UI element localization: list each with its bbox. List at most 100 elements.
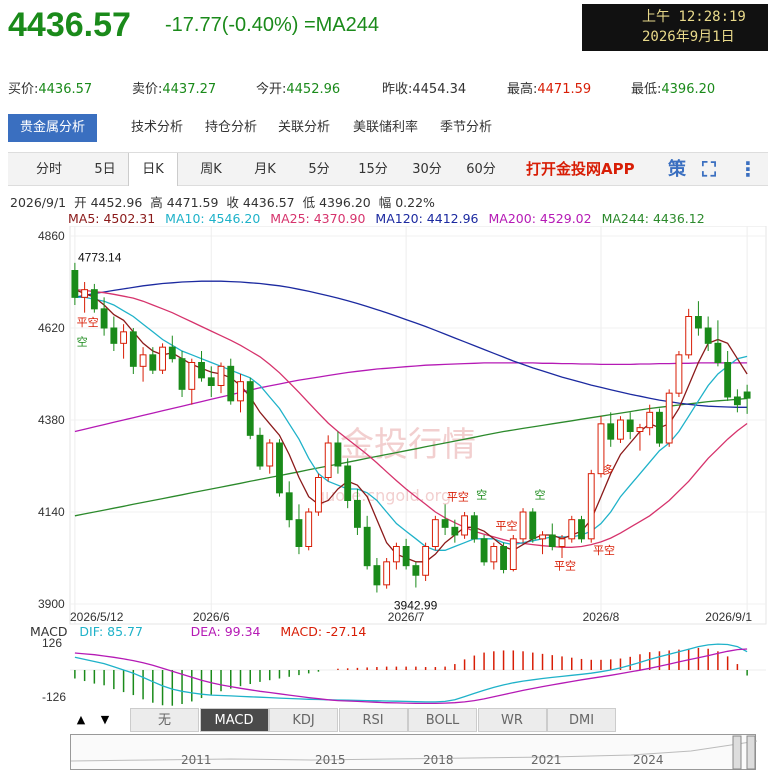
candle-body bbox=[402, 546, 410, 567]
period-tab[interactable]: 5日 bbox=[80, 153, 130, 186]
candle-body bbox=[607, 423, 615, 440]
navigator-year-label: 2015 bbox=[315, 753, 346, 767]
macd-legend: MACD DIF: 85.77 DEA: 99.34 MACD: -27.14 bbox=[30, 624, 366, 639]
candle-body bbox=[71, 270, 79, 298]
macd-dif-label: DIF: bbox=[79, 624, 104, 639]
y-tick-label: 3900 bbox=[38, 597, 65, 611]
candle-body bbox=[139, 354, 147, 367]
analysis-tab[interactable]: 技术分析 bbox=[131, 114, 183, 142]
candle-body bbox=[149, 354, 157, 371]
navigator-year-label: 2011 bbox=[181, 753, 212, 767]
period-tab[interactable]: 15分 bbox=[348, 153, 398, 186]
period-tab[interactable]: 60分 bbox=[456, 153, 506, 186]
navigator-year-label: 2024 bbox=[633, 753, 664, 767]
price-indicator: =MA244 bbox=[303, 14, 380, 36]
analysis-tab[interactable]: 持仓分析 bbox=[205, 114, 257, 142]
candle-body bbox=[383, 561, 391, 586]
indicator-tab[interactable]: KDJ bbox=[269, 708, 338, 732]
indicator-tab[interactable]: 无 bbox=[130, 708, 199, 732]
candle-body bbox=[266, 442, 274, 467]
candle-body bbox=[441, 519, 449, 528]
candle-body bbox=[285, 492, 293, 521]
fullscreen-icon[interactable]: ⛶ bbox=[702, 153, 716, 186]
period-tab[interactable]: 周K bbox=[186, 153, 236, 186]
ma120-line bbox=[74, 280, 748, 408]
ma-legend-item: MA10: 4546.20 bbox=[165, 211, 261, 226]
candle-body bbox=[587, 473, 595, 540]
macd-dea-label: DEA: bbox=[190, 624, 221, 639]
macd-hist-label: MACD: bbox=[280, 624, 323, 639]
candle-body bbox=[178, 358, 186, 390]
candle-body bbox=[100, 308, 108, 329]
signal-label: 平空 bbox=[496, 518, 518, 532]
candle-body bbox=[694, 316, 702, 329]
candle-body bbox=[227, 365, 235, 402]
candle-body bbox=[246, 381, 254, 436]
ohlc-high-label: 高 bbox=[150, 195, 163, 210]
ma-legend-item: MA200: 4529.02 bbox=[488, 211, 592, 226]
candle-body bbox=[431, 519, 439, 547]
candle-body bbox=[704, 327, 712, 344]
watermark: 金投行情 bbox=[340, 425, 476, 465]
more-icon[interactable]: ⋮ bbox=[738, 153, 758, 186]
candle-body bbox=[237, 381, 244, 402]
period-tab[interactable]: 月K bbox=[240, 153, 290, 186]
ohlc-readout: 2026/9/1 开 4452.96 高 4471.59 收 4436.57 低… bbox=[10, 192, 435, 211]
signal-label: 多 bbox=[603, 463, 614, 477]
scroll-down-icon[interactable]: ▼ bbox=[94, 708, 116, 732]
candle-body bbox=[324, 442, 332, 478]
candle-body bbox=[480, 538, 488, 563]
navigator-year-label: 2018 bbox=[423, 753, 454, 767]
analysis-tab[interactable]: 美联储利率 bbox=[353, 114, 418, 142]
candle-body bbox=[558, 538, 566, 548]
candle-body bbox=[685, 316, 693, 356]
ma-legend: MA5: 4502.31 MA10: 4546.20 MA25: 4370.90 MA… bbox=[68, 211, 715, 226]
candle-body bbox=[529, 511, 537, 540]
ohlc-close-label: 收 bbox=[226, 195, 239, 210]
analysis-tab[interactable]: 关联分析 bbox=[278, 114, 330, 142]
candle-body bbox=[363, 526, 371, 567]
macd-dea-line bbox=[74, 648, 748, 705]
period-tab[interactable]: 分时 bbox=[24, 153, 74, 186]
candle-body bbox=[733, 396, 741, 406]
ohlc-open: 4452.96 bbox=[90, 195, 143, 210]
period-tab[interactable]: 5分 bbox=[294, 153, 344, 186]
candle-body bbox=[617, 419, 624, 440]
quote-value: 4454.34 bbox=[412, 82, 467, 97]
indicator-tab[interactable]: WR bbox=[477, 708, 547, 732]
open-app-link[interactable]: 打开金投网APP bbox=[526, 153, 635, 186]
candle-body bbox=[129, 331, 137, 367]
candle-body bbox=[412, 565, 420, 576]
indicator-tab[interactable]: DMI bbox=[547, 708, 616, 732]
candle-body bbox=[568, 519, 576, 540]
candle-body bbox=[461, 515, 469, 536]
candle-body bbox=[373, 565, 381, 586]
y-tick-label: 4860 bbox=[38, 229, 65, 243]
indicator-tab[interactable]: RSI bbox=[338, 708, 408, 732]
indicator-tab[interactable]: BOLL bbox=[408, 708, 477, 732]
candle-body bbox=[675, 354, 683, 394]
scroll-up-icon[interactable]: ▲ bbox=[70, 708, 92, 732]
y-tick-label: 4380 bbox=[38, 413, 65, 427]
candle-body bbox=[519, 511, 527, 540]
candle-body bbox=[578, 519, 585, 540]
price-change: -17.77(-0.40%) =MA244 bbox=[165, 14, 379, 37]
candle-body bbox=[500, 546, 507, 570]
candle-body bbox=[626, 419, 634, 432]
analysis-tab[interactable]: 季节分析 bbox=[440, 114, 492, 142]
range-navigator[interactable]: 2011 2015 2018 2021 2024 bbox=[70, 734, 757, 770]
candle-body bbox=[90, 289, 98, 310]
analysis-tab[interactable]: 贵金属分析 bbox=[8, 114, 98, 142]
max-label: 4773.14 bbox=[78, 250, 122, 264]
ohlc-low-label: 低 bbox=[302, 195, 316, 210]
candle-body bbox=[276, 442, 283, 494]
candle-body bbox=[256, 434, 264, 467]
candle-body bbox=[217, 365, 225, 386]
strategy-icon[interactable]: 策 bbox=[668, 153, 686, 186]
indicator-tab[interactable]: MACD bbox=[199, 708, 269, 732]
period-tab[interactable]: 日K bbox=[128, 153, 178, 186]
period-tab[interactable]: 30分 bbox=[402, 153, 452, 186]
candle-body bbox=[548, 534, 556, 547]
x-tick-label: 2026/5/12 bbox=[70, 610, 124, 624]
signal-label: 平空 bbox=[447, 490, 469, 504]
